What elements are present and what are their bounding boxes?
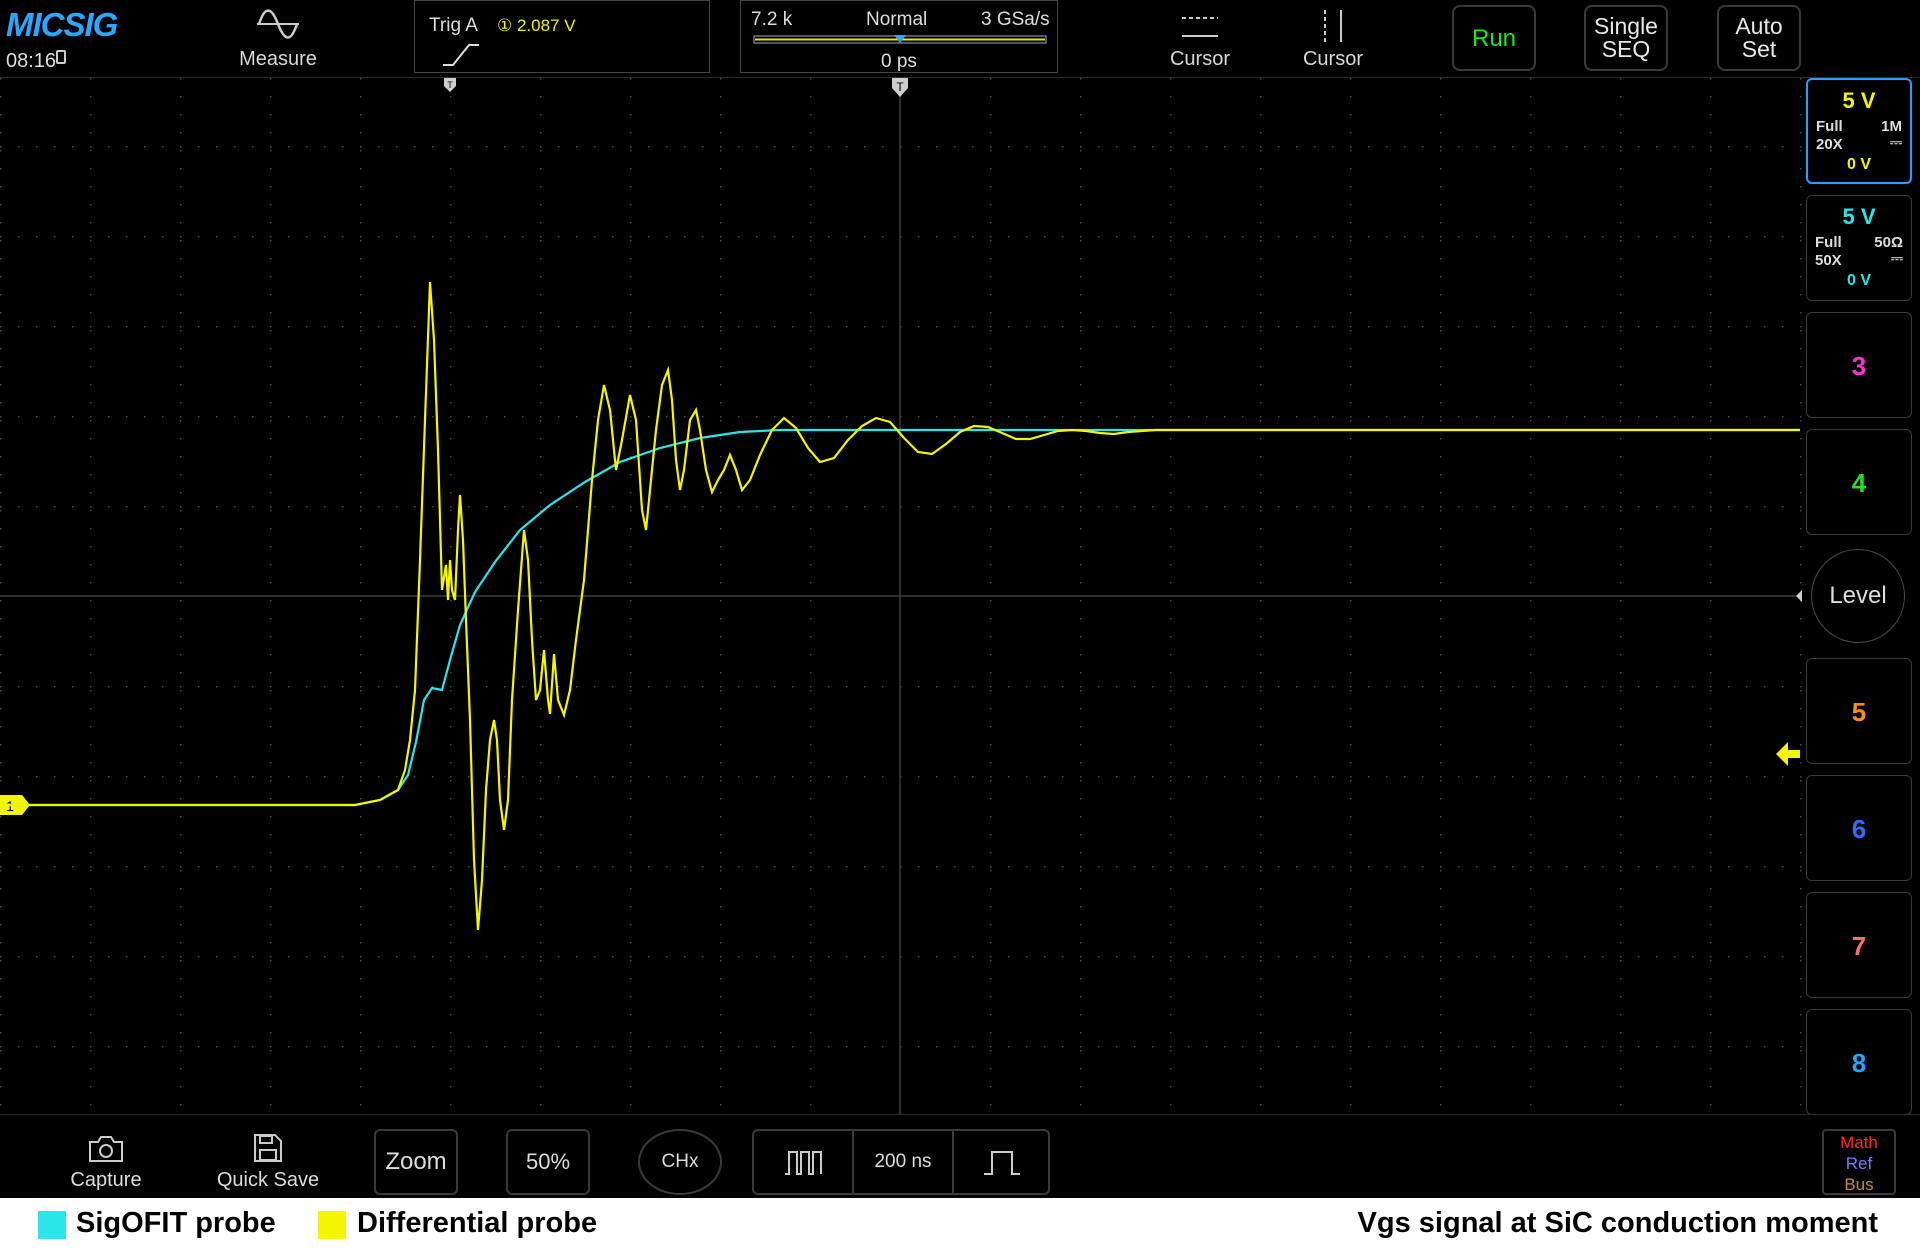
timebase-decrease-button[interactable] <box>754 1131 854 1193</box>
channel-6-card[interactable]: 6 <box>1806 775 1912 881</box>
vertical-cursor-icon <box>1324 10 1342 42</box>
seq-label: SEQ <box>1601 36 1651 62</box>
cursor-horizontal-label: Cursor <box>1169 48 1230 70</box>
single-label: Single <box>1594 13 1658 39</box>
sigofit-legend-label: SigOFIT probe <box>76 1207 276 1239</box>
math-ref-bus-button[interactable]: Math Ref Bus <box>1822 1129 1896 1195</box>
acquire-mode: Normal <box>866 9 928 30</box>
ch2-scale: 5 V <box>1842 204 1876 229</box>
top-toolbar: MICSIG 08:16 Measure Trig A ① 2.087 V 7.… <box>0 0 1920 78</box>
capture-label: Capture <box>70 1169 142 1191</box>
channel-7-card[interactable]: 7 <box>1806 892 1912 998</box>
horizontal-position-marker[interactable]: T <box>892 78 908 97</box>
differential-legend-label: Differential probe <box>357 1207 598 1239</box>
measure-button[interactable]: Measure <box>226 4 330 71</box>
ch3-label: 3 <box>1851 351 1867 381</box>
zoom-button[interactable]: Zoom <box>374 1129 458 1195</box>
ch1-offset: 0 V <box>1846 156 1871 173</box>
brand-logo: MICSIG <box>6 6 118 43</box>
channel-5-card[interactable]: 5 <box>1806 658 1912 764</box>
figure-caption-title: Vgs signal at SiC conduction moment <box>1357 1207 1878 1239</box>
channel-1-card[interactable]: 5 V Full 1M 20X ⎓ 0 V <box>1806 78 1912 184</box>
svg-text:T: T <box>447 80 453 90</box>
cursor-vertical-label: Cursor <box>1302 48 1363 70</box>
save-icon <box>254 1134 282 1162</box>
channel-3-card[interactable]: 3 <box>1806 312 1912 418</box>
trigger-time-marker[interactable]: T <box>444 78 456 92</box>
graticule <box>0 78 1802 1114</box>
channel-8-card[interactable]: 8 <box>1806 1009 1912 1115</box>
sigofit-legend-swatch <box>38 1211 66 1239</box>
sample-rate: 3 GSa/s <box>981 9 1050 30</box>
dc-coupling-icon: ⎓ <box>1891 250 1903 267</box>
timebase-control: 200 ns <box>752 1129 1050 1195</box>
horizontal-panel[interactable]: 7.2 k Normal 3 GSa/s 0 ps <box>740 0 1058 73</box>
ch1-bandwidth: Full <box>1816 118 1843 135</box>
trigger-level-value: ① 2.087 V <box>497 16 576 35</box>
ch8-label: 8 <box>1851 1048 1867 1078</box>
autoset-button[interactable]: Auto Set <box>1717 5 1801 71</box>
trigger-level-knob[interactable]: Level <box>1811 549 1905 643</box>
timebase-increase-button[interactable] <box>952 1131 1050 1193</box>
ch4-label: 4 <box>1851 468 1867 498</box>
ch2-probe-ratio: 50X <box>1815 252 1842 269</box>
channel-2-card[interactable]: 5 V Full 50Ω 50X ⎓ 0 V <box>1806 195 1912 301</box>
set-label: Set <box>1741 36 1777 62</box>
quick-save-label: Quick Save <box>216 1169 320 1191</box>
ch7-label: 7 <box>1851 931 1867 961</box>
bottom-toolbar: Capture Quick Save Zoom 50% CHx 200 ns M… <box>0 1114 1920 1199</box>
auto-label: Auto <box>1735 13 1783 39</box>
trigger-label: Trig A <box>429 15 478 36</box>
compressed-pulse-icon <box>785 1151 822 1175</box>
ch1-probe-ratio: 20X <box>1816 136 1843 153</box>
wide-pulse-icon <box>984 1151 1020 1175</box>
camera-icon <box>89 1136 123 1162</box>
ch2-impedance: 50Ω <box>1874 234 1903 251</box>
cursor-horizontal-button[interactable]: Cursor <box>1150 8 1250 71</box>
differential-legend-swatch <box>318 1211 346 1239</box>
ch6-label: 6 <box>1851 814 1867 844</box>
caption-strip: SigOFIT probe Differential probe Vgs sig… <box>0 1198 1920 1252</box>
quick-save-button[interactable]: Quick Save <box>208 1131 328 1192</box>
clock: 08:16 <box>6 50 57 72</box>
channel-select-button[interactable]: CHx <box>638 1129 722 1195</box>
trigger-panel[interactable]: Trig A ① 2.087 V <box>414 0 710 73</box>
measure-label: Measure <box>239 48 317 70</box>
rising-edge-icon <box>443 44 479 66</box>
single-seq-button[interactable]: Single SEQ <box>1584 5 1668 71</box>
horizontal-cursor-icon <box>1182 17 1218 37</box>
ch2-offset: 0 V <box>1846 272 1871 289</box>
timebase-value: 200 ns <box>874 1151 932 1172</box>
horizontal-position: 0 ps <box>881 51 917 72</box>
svg-text:T: T <box>896 80 904 94</box>
channel-4-card[interactable]: 4 <box>1806 429 1912 535</box>
memory-depth: 7.2 k <box>751 9 793 30</box>
memory-position-bar <box>753 35 1047 44</box>
waveform-display[interactable]: T T 1 <box>0 78 1802 1114</box>
center-level-arrow <box>1796 590 1802 602</box>
ch2-bandwidth: Full <box>1815 234 1842 251</box>
trigger-50-percent-button[interactable]: 50% <box>506 1129 590 1195</box>
ch5-label: 5 <box>1851 697 1867 727</box>
sine-wave-icon <box>257 9 299 39</box>
run-button[interactable]: Run <box>1452 5 1536 71</box>
trigger-level-marker[interactable] <box>1776 742 1800 766</box>
capture-button[interactable]: Capture <box>56 1133 156 1192</box>
bus-label: Bus <box>1844 1175 1874 1194</box>
dc-coupling-icon: ⎓ <box>1890 134 1902 151</box>
lock-icon <box>56 50 66 64</box>
ch1-impedance: 1M <box>1881 118 1902 135</box>
ref-label: Ref <box>1845 1154 1873 1173</box>
cursor-vertical-button[interactable]: Cursor <box>1283 8 1383 71</box>
ch1-scale: 5 V <box>1842 88 1876 113</box>
math-label: Math <box>1840 1133 1878 1152</box>
